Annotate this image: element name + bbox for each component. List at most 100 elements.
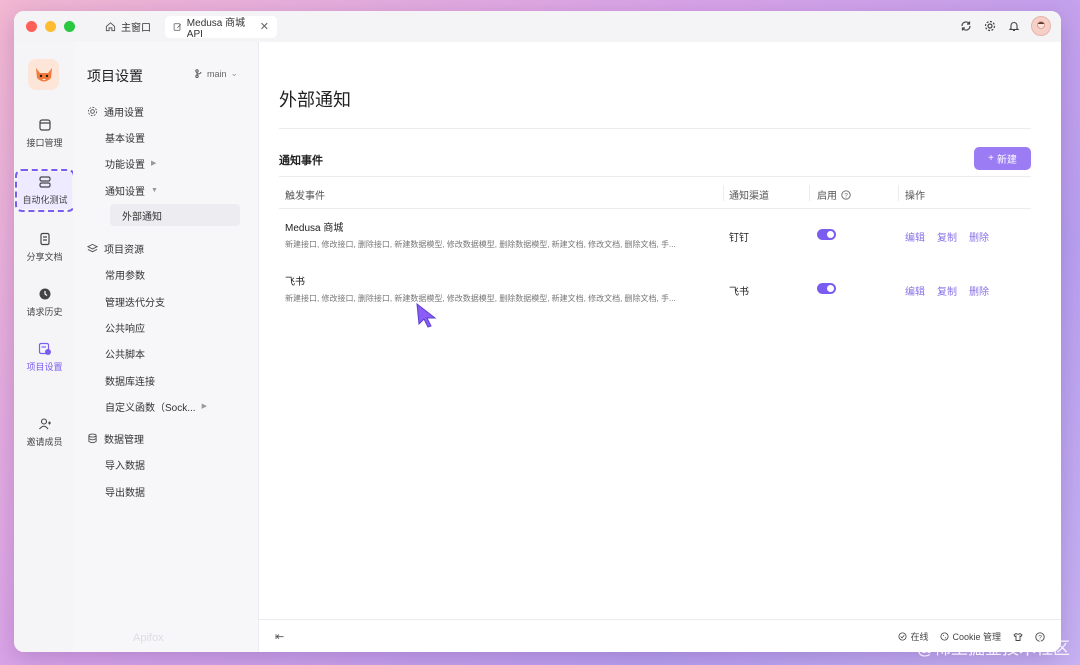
rail-item-label: 请求历史 [26,307,63,317]
enabled-toggle[interactable] [817,283,836,294]
sidebar-item-label: 外部通知 [122,211,162,223]
check-circle-icon [898,632,907,641]
sidebar-item-export-data[interactable]: 导出数据 [105,480,145,502]
minimize-window-button[interactable] [45,21,56,32]
table-row: 飞书 新建接口, 修改接口, 删除接口, 新建数据模型, 修改数据模型, 删除数… [279,263,1031,317]
tab-close-icon[interactable]: ✕ [260,20,269,33]
delete-button[interactable]: 删除 [969,283,989,298]
database-icon [88,433,97,443]
settings-sidebar: 项目设置 main ⌄ 通用设置 基本设置 功能设置 ▶ 通知设置 ▼ 外部通知… [73,42,259,652]
watermark: @稀土掘金技术社区 [916,639,1070,658]
nav-rail: 接口管理 自动化测试 分享文档 请求历史 项目设置 邀请成员 [14,42,75,652]
sidebar-item-public-response[interactable]: 公共响应 [105,316,145,338]
sidebar-item-label: 数据库连接 [105,376,155,388]
rail-item-label: 接口管理 [26,138,63,148]
page-title: 外部通知 [279,90,351,110]
settings-board-icon [38,342,51,355]
chevron-right-icon: ▶ [151,160,157,167]
brand-watermark: Apifox [133,632,164,644]
sidebar-group-data[interactable]: 数据管理 [87,427,144,449]
tab-home[interactable]: 主窗口 [97,16,159,38]
sidebar-item-label: 自定义函数（Sock... [105,402,196,414]
main-content: 外部通知 通知事件 + 新建 触发事件 通知渠道 启用 ? 操作 Medusa … [259,42,1061,652]
rail-item-label: 分享文档 [26,252,63,262]
row-events: 新建接口, 修改接口, 删除接口, 新建数据模型, 修改数据模型, 删除数据模型… [285,294,676,303]
sidebar-item-label: 公共响应 [105,323,145,335]
sidebar-group-resources[interactable]: 项目资源 [87,237,144,259]
row-events: 新建接口, 修改接口, 删除接口, 新建数据模型, 修改数据模型, 删除数据模型… [285,240,676,249]
sidebar-item-label: 公共脚本 [105,349,145,361]
column-header-channel: 通知渠道 [729,191,769,202]
rail-item-api-management[interactable]: 接口管理 [17,118,72,149]
branch-name: main [207,68,227,79]
edit-button[interactable]: 编辑 [905,283,925,298]
maximize-window-button[interactable] [64,21,75,32]
api-folder-icon [38,119,51,131]
svg-text:?: ? [844,192,848,199]
new-notification-button[interactable]: + 新建 [974,147,1031,170]
layers-icon [87,243,98,252]
rail-item-project-settings[interactable]: 项目设置 [17,342,72,373]
table-header: 触发事件 通知渠道 启用 ? 操作 [279,176,1031,209]
sidebar-item-label: 功能设置 [105,159,145,171]
column-header-event: 触发事件 [285,191,325,202]
window-controls [26,21,75,32]
sidebar-item-iteration-branches[interactable]: 管理迭代分支 [105,290,165,312]
notification-table: 触发事件 通知渠道 启用 ? 操作 Medusa 商城 新建接口, 修改接口, … [279,176,1031,317]
chevron-down-icon: ⌄ [230,68,239,78]
sidebar-item-label: 导出数据 [105,487,145,499]
test-stack-icon [39,176,51,188]
sidebar-item-db-connection[interactable]: 数据库连接 [105,369,155,391]
gear-icon[interactable] [983,19,997,33]
row-channel: 钉钉 [729,233,749,244]
avatar[interactable] [1031,16,1051,36]
rail-item-request-history[interactable]: 请求历史 [17,287,72,318]
copy-button[interactable]: 复制 [937,229,957,244]
tab-project[interactable]: Medusa 商城 API ✕ [165,15,277,40]
close-window-button[interactable] [26,21,37,32]
rail-item-automation-test[interactable]: 自动化测试 [15,169,75,212]
delete-button[interactable]: 删除 [969,229,989,244]
sidebar-group-label: 数据管理 [104,434,144,446]
rail-item-label: 项目设置 [26,362,63,372]
rail-item-share-docs[interactable]: 分享文档 [17,232,72,263]
add-user-icon [38,418,51,430]
title-actions [959,16,1051,36]
column-divider [723,185,724,201]
sidebar-item-import-data[interactable]: 导入数据 [105,453,145,475]
sidebar-item-label: 基本设置 [105,133,145,145]
sidebar-item-notify-settings[interactable]: 通知设置 ▼ [105,179,158,201]
mouse-cursor-icon [416,302,437,328]
help-icon[interactable]: ? [841,189,851,200]
sidebar-item-label: 导入数据 [105,460,145,472]
copy-button[interactable]: 复制 [937,283,957,298]
collapse-sidebar-icon[interactable]: ⇤ [275,630,284,643]
row-name: 飞书 [285,277,305,288]
sidebar-item-feature-settings[interactable]: 功能设置 ▶ [105,152,156,174]
column-header-actions: 操作 [905,191,925,202]
sidebar-item-external-notify[interactable]: 外部通知 [110,204,240,226]
sidebar-item-common-params[interactable]: 常用参数 [105,263,145,285]
app-window: 主窗口 Medusa 商城 API ✕ 接口管理 自动化测试 分享文档 请求历史… [14,11,1061,652]
sidebar-item-custom-functions[interactable]: 自定义函数（Sock... ▶ [105,395,207,417]
table-row: Medusa 商城 新建接口, 修改接口, 删除接口, 新建数据模型, 修改数据… [279,209,1031,263]
branch-selector[interactable]: main ⌄ [195,68,238,79]
bell-icon[interactable] [1007,19,1021,33]
rail-item-label: 自动化测试 [22,195,68,205]
row-name: Medusa 商城 [285,223,344,234]
tab-home-label: 主窗口 [121,23,151,34]
sidebar-item-public-script[interactable]: 公共脚本 [105,342,145,364]
sync-icon[interactable] [959,19,973,33]
sidebar-item-basic-settings[interactable]: 基本设置 [105,126,145,148]
title-bar: 主窗口 Medusa 商城 API ✕ [14,11,1061,42]
edit-button[interactable]: 编辑 [905,229,925,244]
clock-icon [39,288,50,300]
enabled-toggle[interactable] [817,229,836,240]
section-title: 通知事件 [279,155,323,167]
sidebar-item-label: 常用参数 [105,270,145,282]
document-edit-icon [173,22,181,31]
sidebar-group-general[interactable]: 通用设置 [87,100,144,122]
gear-icon [87,106,98,116]
sidebar-group-label: 项目资源 [104,244,144,256]
rail-item-invite-members[interactable]: 邀请成员 [17,417,72,448]
